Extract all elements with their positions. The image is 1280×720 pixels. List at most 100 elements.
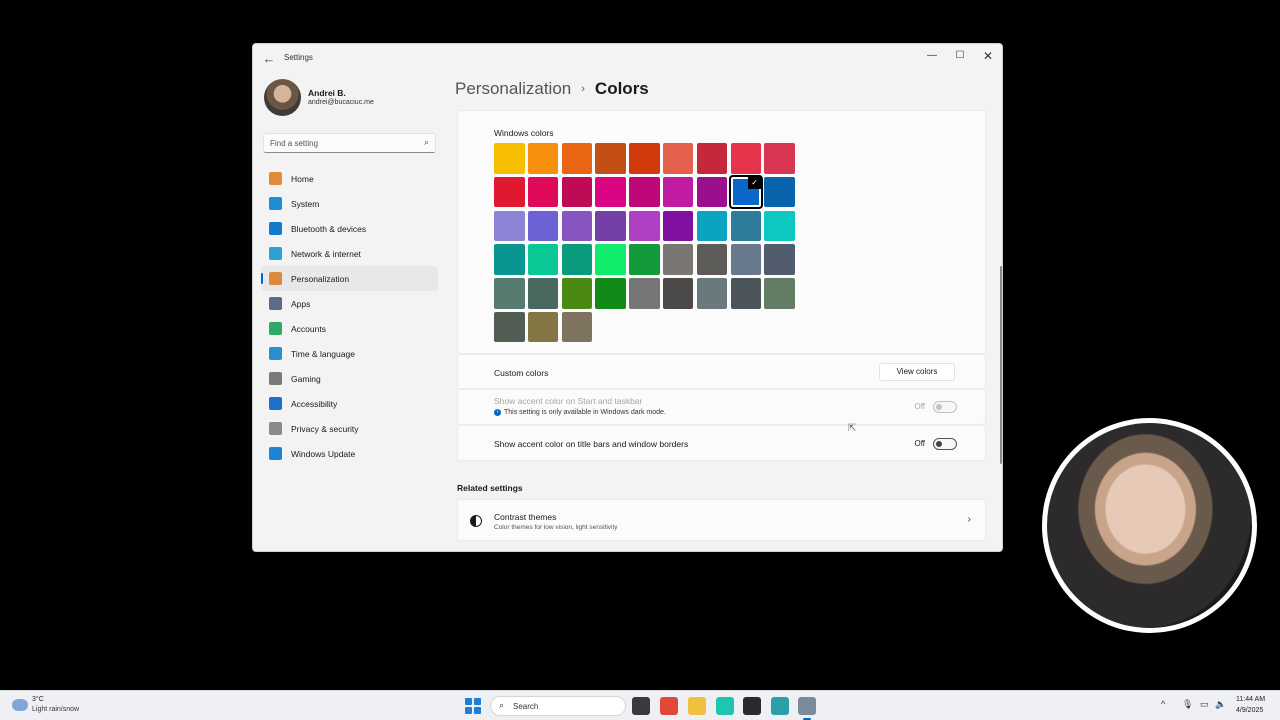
color-swatch[interactable]	[527, 143, 559, 174]
obs-icon[interactable]	[743, 697, 761, 715]
task-view-icon[interactable]	[632, 697, 650, 715]
color-swatch[interactable]	[595, 278, 626, 309]
shield-icon	[269, 422, 282, 435]
color-swatch[interactable]	[527, 176, 559, 208]
weather-icon[interactable]	[12, 699, 28, 711]
search-input[interactable]: Find a setting ⌕	[263, 133, 436, 153]
sidebar-item-apps[interactable]: Apps	[261, 291, 438, 316]
chatgpt-icon[interactable]	[716, 697, 734, 715]
accent-title-toggle[interactable]	[933, 438, 957, 450]
windows-logo-icon	[474, 698, 481, 705]
maximize-button[interactable]: ☐	[948, 47, 972, 65]
clock-time[interactable]: 11:44 AM	[1236, 696, 1265, 703]
chrome-icon[interactable]	[660, 697, 678, 715]
accent-title-label: Show accent color on title bars and wind…	[494, 439, 689, 449]
volume-icon[interactable]: 🔈	[1215, 699, 1226, 710]
sidebar-item-accessibility[interactable]: Accessibility	[261, 391, 438, 416]
accent-title-state: Off	[914, 439, 925, 448]
color-swatch[interactable]	[494, 244, 525, 275]
contrast-icon	[470, 515, 482, 527]
start-button[interactable]	[465, 698, 481, 714]
color-swatch[interactable]	[629, 210, 660, 242]
sidebar-item-home[interactable]: Home	[261, 166, 438, 191]
color-swatch[interactable]	[696, 278, 728, 309]
microphone-icon[interactable]: 🎙	[1182, 699, 1193, 710]
color-swatch[interactable]	[629, 278, 660, 309]
color-swatch[interactable]	[696, 210, 728, 242]
back-button[interactable]: ←	[261, 51, 277, 67]
close-button[interactable]: ✕	[976, 47, 1000, 65]
color-swatch[interactable]	[561, 278, 593, 309]
minimize-button[interactable]: —	[920, 47, 944, 65]
color-swatch[interactable]	[730, 210, 762, 242]
color-swatch[interactable]	[527, 311, 559, 343]
sidebar-nav: Home System Bluetooth & devices Network & i…	[261, 166, 438, 466]
color-swatch[interactable]	[662, 244, 694, 275]
scrollbar[interactable]	[1000, 266, 1002, 464]
color-swatch[interactable]	[561, 143, 593, 174]
accent-start-toggle	[933, 401, 957, 413]
notepad-icon[interactable]	[771, 697, 789, 715]
sidebar-item-privacy-security[interactable]: Privacy & security	[261, 416, 438, 441]
color-swatch[interactable]	[730, 143, 762, 174]
color-swatch[interactable]	[527, 210, 559, 242]
color-swatch[interactable]	[527, 278, 559, 309]
color-swatch[interactable]: ✓	[728, 174, 764, 210]
color-swatch[interactable]	[561, 311, 593, 343]
color-swatch[interactable]	[662, 210, 694, 242]
color-swatch[interactable]	[662, 176, 694, 208]
contrast-themes-row[interactable]: Contrast themes Color themes for low vis…	[457, 499, 986, 541]
weather-temperature[interactable]: 3°C	[32, 696, 44, 703]
color-swatch[interactable]	[696, 143, 728, 174]
sidebar-item-gaming[interactable]: Gaming	[261, 366, 438, 391]
color-swatch[interactable]	[696, 176, 728, 208]
taskbar-search[interactable]: ⌕ Search	[490, 696, 626, 716]
sidebar-item-bluetooth-devices[interactable]: Bluetooth & devices	[261, 216, 438, 241]
color-swatch[interactable]	[764, 244, 795, 275]
color-swatch[interactable]	[595, 210, 626, 242]
color-swatch[interactable]	[494, 143, 525, 174]
view-colors-button[interactable]: View colors	[879, 363, 955, 381]
network-icon[interactable]: ▭	[1200, 699, 1209, 710]
color-swatch[interactable]	[494, 176, 525, 208]
color-swatch[interactable]	[494, 311, 525, 343]
color-swatch[interactable]	[629, 244, 660, 275]
sidebar-item-windows-update[interactable]: Windows Update	[261, 441, 438, 466]
color-swatch[interactable]	[696, 244, 728, 275]
settings-icon[interactable]	[798, 697, 816, 720]
color-swatch[interactable]	[764, 278, 795, 309]
color-swatch[interactable]	[764, 176, 795, 208]
color-swatch[interactable]	[595, 176, 626, 208]
breadcrumb-separator: ›	[581, 83, 585, 95]
color-swatch[interactable]	[764, 143, 795, 174]
color-swatch[interactable]	[595, 244, 626, 275]
file-explorer-icon[interactable]	[688, 697, 706, 715]
sidebar-item-accounts[interactable]: Accounts	[261, 316, 438, 341]
color-swatch[interactable]	[662, 143, 694, 174]
color-swatch[interactable]	[595, 143, 626, 174]
color-swatch[interactable]	[629, 143, 660, 174]
color-swatch[interactable]	[561, 176, 593, 208]
breadcrumb-parent[interactable]: Personalization	[455, 79, 571, 99]
sidebar-item-network-internet[interactable]: Network & internet	[261, 241, 438, 266]
weather-condition[interactable]: Light rain/snow	[32, 706, 79, 713]
color-swatch[interactable]	[730, 244, 762, 275]
checkmark-icon: ✓	[748, 176, 762, 189]
avatar[interactable]	[264, 79, 301, 116]
tray-overflow-icon[interactable]: ^	[1161, 699, 1165, 709]
color-swatch[interactable]	[629, 176, 660, 208]
color-swatch[interactable]	[527, 244, 559, 275]
color-swatch[interactable]	[561, 244, 593, 275]
color-swatch[interactable]	[494, 210, 525, 242]
color-swatch[interactable]	[561, 210, 593, 242]
home-icon	[269, 172, 282, 185]
clock-date[interactable]: 4/9/2025	[1236, 707, 1263, 714]
sidebar-item-system[interactable]: System	[261, 191, 438, 216]
color-swatch[interactable]	[662, 278, 694, 309]
sidebar-item-label: Gaming	[291, 373, 321, 384]
sidebar-item-time-language[interactable]: Time & language	[261, 341, 438, 366]
color-swatch[interactable]	[730, 278, 762, 309]
sidebar-item-personalization[interactable]: Personalization	[261, 266, 438, 291]
color-swatch[interactable]	[764, 210, 795, 242]
color-swatch[interactable]	[494, 278, 525, 309]
